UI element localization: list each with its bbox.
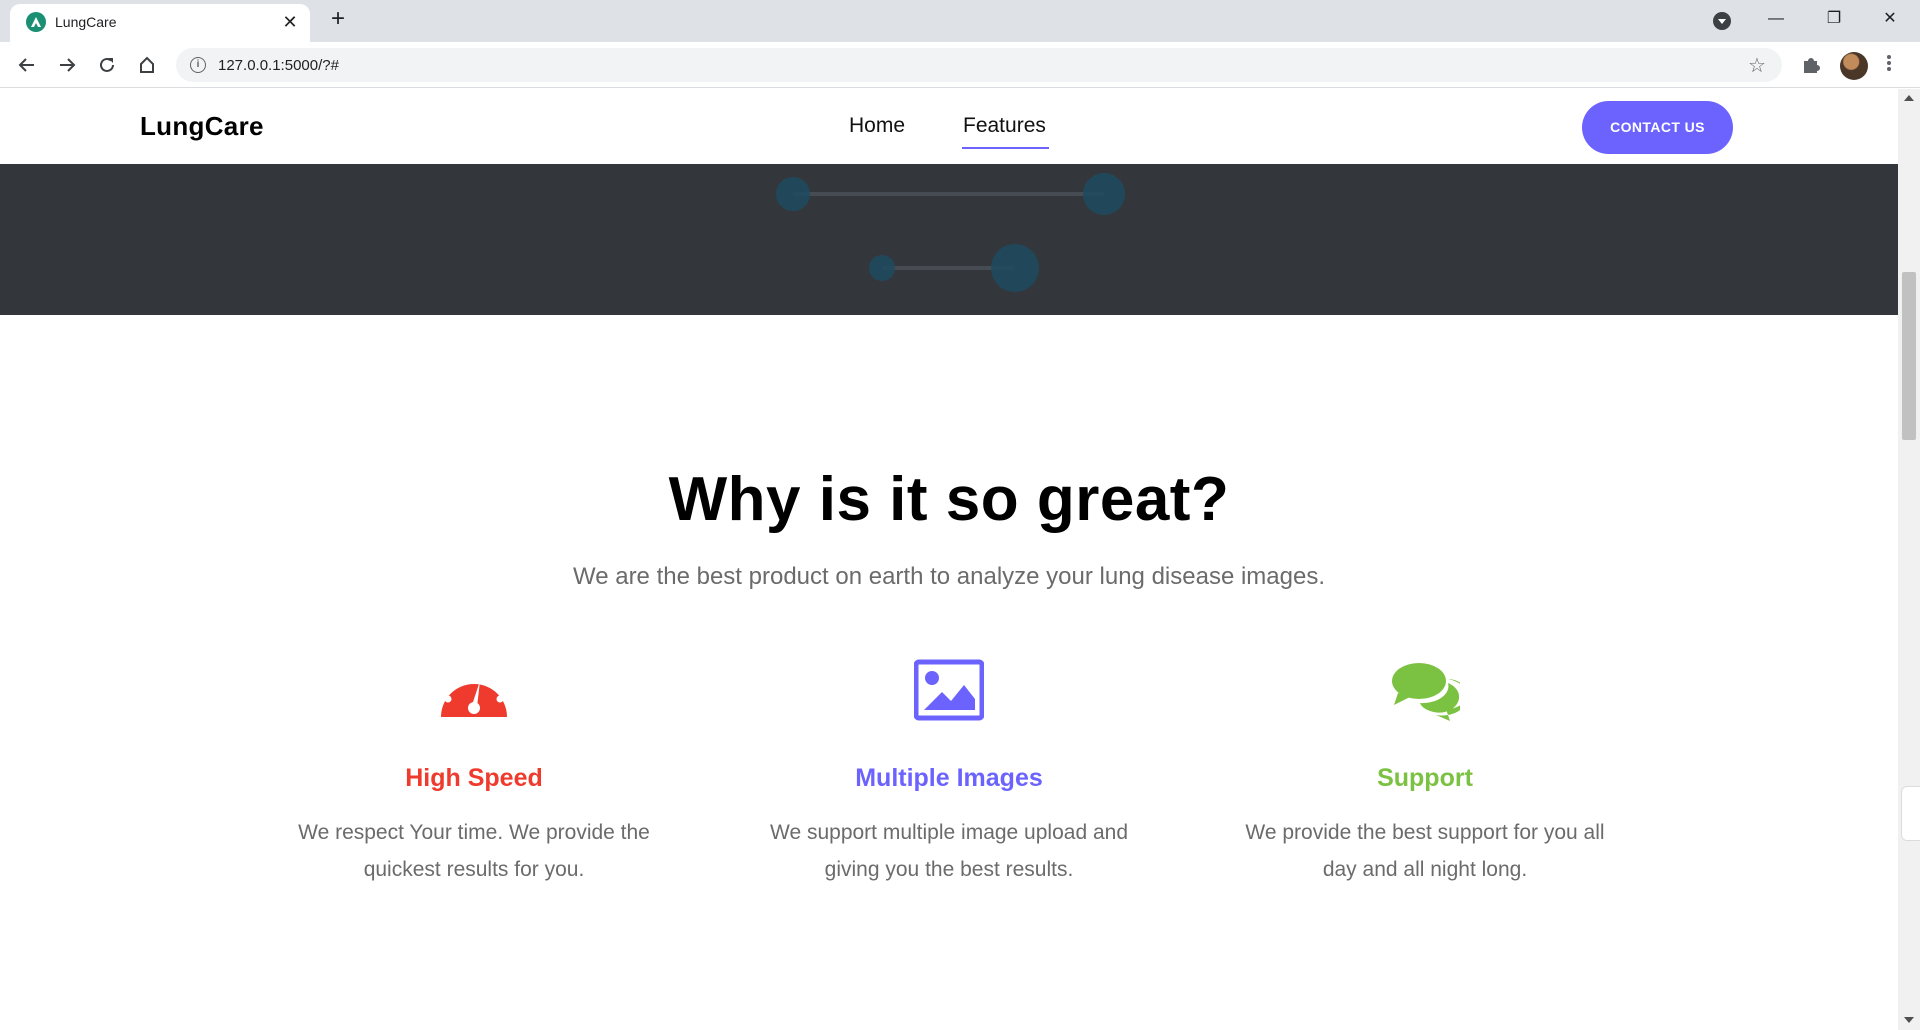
home-icon[interactable] bbox=[132, 50, 162, 80]
scroll-thumb[interactable] bbox=[1902, 272, 1916, 440]
feature-title: Support bbox=[1377, 764, 1473, 792]
contact-us-button[interactable]: CONTACT US bbox=[1582, 101, 1733, 154]
url-text: 127.0.0.1:5000/?# bbox=[218, 57, 339, 74]
hero-band bbox=[0, 164, 1898, 315]
section-title: Why is it so great? bbox=[668, 465, 1230, 534]
decorative-nodes bbox=[776, 173, 1125, 292]
forward-icon[interactable] bbox=[52, 50, 82, 80]
tab-search-icon[interactable] bbox=[1713, 12, 1731, 30]
site-header: LungCare Home Features CONTACT US bbox=[0, 89, 1898, 164]
scroll-down-icon[interactable] bbox=[1904, 1017, 1914, 1023]
reload-icon[interactable] bbox=[92, 50, 122, 80]
bookmark-star-icon[interactable]: ☆ bbox=[1748, 53, 1766, 78]
chat-bubbles-icon bbox=[1390, 659, 1468, 725]
feature-description: We support multiple image upload and giv… bbox=[770, 821, 1128, 881]
minimize-icon[interactable]: — bbox=[1752, 4, 1800, 34]
tab-close-icon[interactable]: ✕ bbox=[280, 12, 300, 32]
scroll-up-icon[interactable] bbox=[1904, 95, 1914, 101]
nav-active-indicator bbox=[962, 147, 1049, 149]
back-icon[interactable] bbox=[12, 50, 42, 80]
tab-title: LungCare bbox=[55, 14, 117, 30]
section-subtitle: We are the best product on earth to anal… bbox=[572, 563, 1325, 590]
feature-description: We provide the best support for you all … bbox=[1245, 821, 1605, 881]
feature-description: We respect Your time. We provide the qui… bbox=[298, 821, 650, 881]
nav-features-link[interactable]: Features bbox=[963, 114, 1046, 138]
browser-menu-icon[interactable] bbox=[1884, 53, 1894, 77]
feature-title: Multiple Images bbox=[855, 764, 1043, 792]
brand-logo[interactable]: LungCare bbox=[140, 111, 264, 142]
nav-home-link[interactable]: Home bbox=[849, 114, 905, 138]
page-viewport: LungCare Home Features CONTACT US Why is… bbox=[0, 89, 1898, 1030]
side-panel-handle[interactable] bbox=[1901, 786, 1920, 841]
address-bar[interactable]: i 127.0.0.1:5000/?# ☆ bbox=[176, 48, 1782, 82]
browser-tab[interactable]: LungCare ✕ bbox=[10, 4, 310, 42]
image-icon bbox=[913, 659, 985, 725]
extensions-puzzle-icon[interactable] bbox=[1800, 54, 1822, 76]
browser-tabstrip: LungCare ✕ + — ❐ ✕ bbox=[0, 0, 1920, 42]
lungcare-favicon-icon bbox=[26, 12, 46, 32]
new-tab-icon[interactable]: + bbox=[326, 7, 350, 32]
speedometer-icon bbox=[439, 659, 509, 725]
restore-icon[interactable]: ❐ bbox=[1810, 4, 1858, 34]
window-close-icon[interactable]: ✕ bbox=[1866, 4, 1914, 34]
profile-avatar[interactable] bbox=[1840, 52, 1868, 80]
site-info-icon[interactable]: i bbox=[190, 57, 206, 73]
feature-title: High Speed bbox=[405, 764, 543, 792]
browser-toolbar: i 127.0.0.1:5000/?# ☆ bbox=[0, 42, 1920, 88]
page-scrollbar[interactable] bbox=[1898, 89, 1920, 1030]
